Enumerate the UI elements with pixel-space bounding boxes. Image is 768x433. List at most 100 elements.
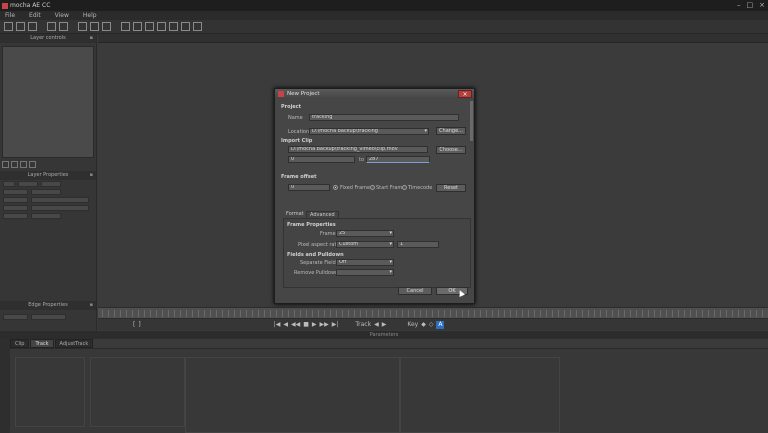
- hand-tool-icon[interactable]: [90, 22, 99, 31]
- go-start-icon[interactable]: |◀: [274, 321, 281, 328]
- move-tool-icon[interactable]: [193, 22, 202, 31]
- choose-clip-button[interactable]: Choose...: [436, 146, 466, 154]
- layer-properties-title: Layer Properties: [27, 172, 69, 178]
- group-layer-icon[interactable]: [20, 161, 27, 168]
- param-group: [90, 357, 185, 427]
- menu-edit[interactable]: Edit: [29, 12, 41, 19]
- edge-width-row: [0, 313, 69, 321]
- project-section-title: Project: [281, 104, 302, 110]
- undo-icon[interactable]: [47, 22, 56, 31]
- layer-properties-header: Layer Properties ▪: [0, 171, 96, 180]
- play-back-icon[interactable]: ◀◀: [291, 321, 300, 328]
- add-key-icon[interactable]: ◆: [421, 321, 426, 328]
- in-point-icon[interactable]: [: [133, 321, 135, 328]
- remove-pulldown-select[interactable]: [336, 269, 394, 276]
- timecode-radio[interactable]: [402, 185, 407, 190]
- param-group: [400, 357, 560, 433]
- dialog-scrollbar[interactable]: [470, 101, 473, 141]
- prop-row: [0, 196, 96, 204]
- fixed-frame-radio[interactable]: [333, 185, 338, 190]
- app-icon: [278, 91, 284, 97]
- fields-pulldown-title: Fields and Pulldown: [287, 252, 344, 258]
- main-toolbar: [0, 20, 768, 34]
- close-window-button[interactable]: ×: [759, 1, 765, 9]
- delete-key-icon[interactable]: ◇: [429, 321, 434, 328]
- layer-controls-title: Layer controls: [30, 35, 66, 41]
- range-end-input[interactable]: 287: [366, 156, 430, 163]
- frame-offset-input[interactable]: 0: [288, 184, 330, 191]
- param-group: [185, 357, 400, 433]
- tab-adjust-track[interactable]: AdjustTrack: [54, 339, 94, 348]
- separate-fields-select[interactable]: Off: [336, 259, 394, 266]
- transform-tool-icon[interactable]: [181, 22, 190, 31]
- timecode-label: Timecode: [408, 185, 433, 191]
- menu-view[interactable]: View: [55, 12, 69, 19]
- change-location-button[interactable]: Change...: [436, 127, 466, 135]
- parameters-panel: [10, 348, 768, 433]
- start-frame-radio[interactable]: [370, 185, 375, 190]
- import-clip-section-title: Import Clip: [281, 138, 313, 144]
- bezier-tool-icon[interactable]: [133, 22, 142, 31]
- frame-offset-section-title: Frame offset: [281, 174, 317, 180]
- prop-row: [0, 188, 96, 196]
- prop-row: [0, 180, 96, 188]
- reset-button[interactable]: Reset: [436, 184, 466, 192]
- new-file-icon[interactable]: [4, 22, 13, 31]
- step-back-icon[interactable]: ◀: [283, 321, 288, 328]
- bottom-tabs: Clip Track AdjustTrack: [10, 339, 94, 348]
- rect-tool-icon[interactable]: [157, 22, 166, 31]
- add-layer-icon[interactable]: [2, 161, 9, 168]
- track-backward-icon[interactable]: ◀: [374, 321, 379, 328]
- pin-icon[interactable]: ▪: [90, 171, 93, 180]
- dialog-close-button[interactable]: ×: [458, 90, 472, 98]
- ab-toggle[interactable]: A: [436, 320, 445, 329]
- tab-clip[interactable]: Clip: [10, 339, 30, 348]
- save-icon[interactable]: [28, 22, 37, 31]
- maximize-button[interactable]: □: [747, 1, 754, 9]
- start-frame-label: Start Frame: [376, 185, 406, 191]
- range-start-input[interactable]: 0: [288, 156, 355, 163]
- app-icon: [2, 2, 8, 9]
- new-project-dialog: New Project × Project Name tracking Loca…: [274, 88, 475, 304]
- separate-fields-label: Separate Fields: [300, 260, 339, 266]
- tab-format[interactable]: Format: [283, 211, 307, 218]
- menu-help[interactable]: Help: [83, 12, 97, 19]
- layer-list[interactable]: [2, 46, 94, 158]
- zoom-tool-icon[interactable]: [102, 22, 111, 31]
- location-select[interactable]: D:\mocha backup\tracking: [309, 128, 429, 135]
- pixel-aspect-select[interactable]: Custom: [336, 241, 394, 248]
- redo-icon[interactable]: [59, 22, 68, 31]
- clip-path-input[interactable]: D:\mocha backup\tracking_vimeo\clip.mov: [288, 146, 428, 153]
- pin-icon[interactable]: ▪: [90, 301, 93, 310]
- add-point-icon[interactable]: [145, 22, 154, 31]
- pointer-tool-icon[interactable]: [78, 22, 87, 31]
- edge-properties-header: Edge Properties ▪: [0, 301, 96, 310]
- frame-rate-select[interactable]: 25: [336, 230, 394, 237]
- name-input[interactable]: tracking: [309, 114, 459, 121]
- menu-file[interactable]: File: [5, 12, 15, 19]
- range-to-label: to: [359, 157, 365, 163]
- link-layer-icon[interactable]: [29, 161, 36, 168]
- circle-tool-icon[interactable]: [169, 22, 178, 31]
- play-forward-icon[interactable]: ▶▶: [319, 321, 328, 328]
- xspline-tool-icon[interactable]: [121, 22, 130, 31]
- cancel-button[interactable]: Cancel: [398, 287, 432, 295]
- tab-track[interactable]: Track: [30, 339, 54, 348]
- stop-icon[interactable]: ■: [303, 321, 309, 328]
- go-end-icon[interactable]: ▶|: [332, 321, 339, 328]
- pixel-aspect-label: Pixel aspect ratio: [298, 242, 341, 248]
- play-icon[interactable]: ▶: [312, 321, 317, 328]
- open-folder-icon[interactable]: [16, 22, 25, 31]
- timeline[interactable]: [98, 307, 768, 319]
- pixel-aspect-input[interactable]: 1: [397, 241, 439, 248]
- timeline-ruler[interactable]: [102, 310, 764, 317]
- track-forward-icon[interactable]: ▶: [382, 321, 387, 328]
- tab-advanced[interactable]: Advanced: [306, 211, 339, 218]
- fixed-frame-label: Fixed Frame: [340, 185, 371, 191]
- pin-icon[interactable]: ▪: [90, 34, 93, 43]
- out-point-icon[interactable]: ]: [138, 321, 140, 328]
- remove-layer-icon[interactable]: [11, 161, 18, 168]
- layer-buttons: [0, 161, 96, 168]
- minimize-button[interactable]: –: [737, 1, 741, 9]
- key-label: Key: [407, 321, 419, 328]
